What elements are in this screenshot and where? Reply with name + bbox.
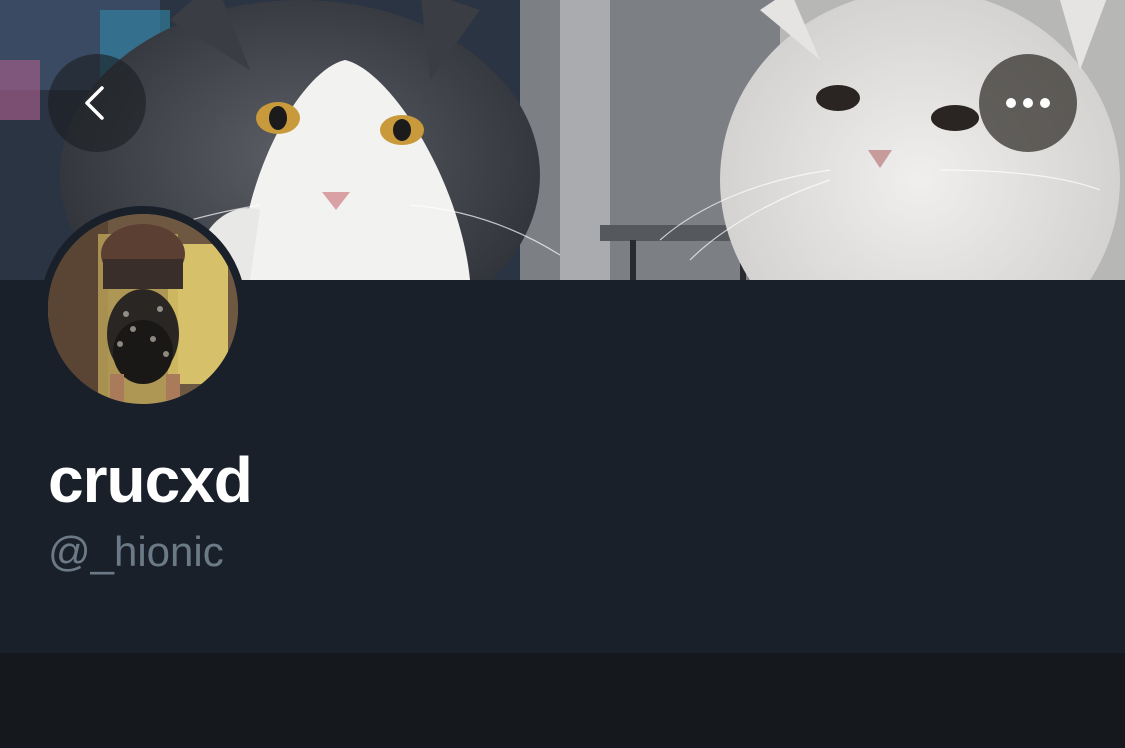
avatar-photo [48,214,238,404]
more-options-button[interactable] [979,54,1077,152]
display-name: crucxd [48,444,253,516]
profile-screen: crucxd @_hionic [0,0,1125,748]
back-button[interactable] [48,54,146,152]
profile-divider-area [0,653,1125,748]
avatar-image [48,214,238,404]
chevron-left-icon [85,86,104,120]
more-horizontal-icon [1006,98,1050,108]
username-handle: @_hionic [48,528,224,575]
avatar[interactable] [40,206,246,412]
